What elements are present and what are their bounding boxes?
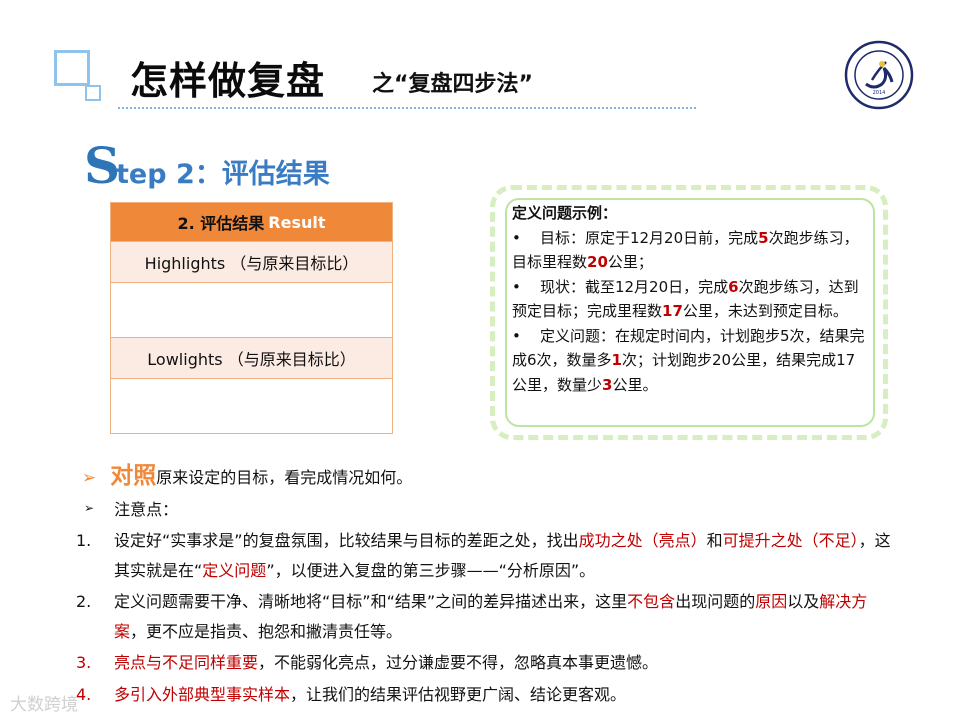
number: 20 bbox=[587, 253, 608, 271]
callout-content: 定义问题示例： • 目标：原定于12月20日前，完成5次跑步练习，目标里程数20… bbox=[512, 201, 868, 397]
step-label: 评估结果 bbox=[221, 159, 330, 190]
item-text: 多引入外部典型事实样本，让我们的结果评估视野更广阔、结论更客观。 bbox=[114, 685, 627, 704]
list-item: 3. 亮点与不足同样重要，不能弱化亮点，过分谦虚要不得，忽略真本事更遗憾。 bbox=[76, 648, 894, 678]
page-subtitle: 之“复盘四步法” bbox=[372, 72, 533, 97]
university-logo: 2014 bbox=[844, 40, 914, 110]
item-text: 设定好“实事求是”的复盘氛围，比较结果与目标的差距之处，找出成功之处（亮点）和可… bbox=[114, 531, 891, 580]
table-row-lowlights: Lowlights （与原来目标比） bbox=[111, 337, 392, 378]
compare-text: 原来设定的目标，看完成情况如何。 bbox=[156, 468, 413, 487]
title-divider bbox=[118, 107, 696, 109]
item-number: 2. bbox=[76, 592, 92, 611]
page-title: 怎样做复盘 bbox=[130, 59, 326, 103]
step-number: tep 2： bbox=[116, 159, 222, 190]
compare-keyword: 对照 bbox=[110, 463, 157, 489]
compare-point: ➢ 对照 原来设定的目标，看完成情况如何。 bbox=[82, 456, 412, 490]
item-number: 1. bbox=[76, 531, 92, 550]
table-header-cn: 2. 评估结果 bbox=[177, 214, 265, 233]
table-row-empty bbox=[111, 378, 392, 433]
list-item: 1. 设定好“实事求是”的复盘氛围，比较结果与目标的差距之处，找出成功之处（亮点… bbox=[76, 526, 894, 586]
number: 3 bbox=[602, 375, 613, 394]
text: 现状：截至12月20日，完成 bbox=[539, 277, 729, 296]
bullet-dot: • bbox=[512, 326, 521, 345]
number: 17 bbox=[662, 302, 683, 320]
watermark: 大数跨境 bbox=[10, 695, 78, 715]
table-row-highlights: Highlights （与原来目标比） bbox=[111, 241, 392, 282]
number: 1 bbox=[611, 351, 622, 369]
callout-bullet-problem: • 定义问题：在规定时间内，计划跑步5次，结果完成6次，数量多1次；计划跑步20… bbox=[512, 324, 868, 398]
result-table: 2. 评估结果 Result Highlights （与原来目标比） Lowli… bbox=[110, 202, 393, 434]
text: 公里。 bbox=[612, 375, 658, 394]
bullet-dot: • bbox=[512, 228, 521, 247]
table-header-en: Result bbox=[268, 212, 326, 232]
number: 6 bbox=[728, 277, 739, 296]
logo-year: 2014 bbox=[873, 90, 886, 96]
item-number: 4. bbox=[76, 685, 92, 704]
list-item: 2. 定义问题需要干净、清晰地将“目标”和“结果”之间的差异描述出来，这里不包含… bbox=[76, 587, 894, 647]
decor-square-large bbox=[54, 50, 90, 86]
list-item: 4. 多引入外部典型事实样本，让我们的结果评估视野更广阔、结论更客观。 bbox=[76, 680, 894, 710]
text: 公里； bbox=[607, 253, 653, 271]
decor-square-small bbox=[85, 85, 101, 101]
arrow-bullet-icon: ➢ bbox=[84, 501, 95, 515]
item-number: 3. bbox=[76, 653, 92, 672]
step-heading: tep 2：评估结果 bbox=[116, 152, 330, 191]
table-row-empty bbox=[111, 282, 392, 337]
step-initial: S bbox=[84, 136, 121, 195]
notes-point: ➢ 注意点： bbox=[84, 496, 178, 520]
text: 目标：原定于12月20日前，完成 bbox=[539, 228, 759, 247]
arrow-bullet-icon: ➢ bbox=[82, 468, 97, 488]
table-header: 2. 评估结果 Result bbox=[111, 203, 392, 241]
notes-label: 注意点： bbox=[114, 500, 179, 519]
item-text: 亮点与不足同样重要，不能弱化亮点，过分谦虚要不得，忽略真本事更遗憾。 bbox=[114, 653, 659, 672]
callout-bullet-status: • 现状：截至12月20日，完成6次跑步练习，达到预定目标；完成里程数17公里，… bbox=[512, 275, 868, 324]
bullet-dot: • bbox=[512, 277, 521, 296]
callout-heading: 定义问题示例： bbox=[512, 204, 618, 222]
text: 公里，未达到预定目标。 bbox=[682, 302, 848, 320]
callout-bullet-goal: • 目标：原定于12月20日前，完成5次跑步练习，目标里程数20公里； bbox=[512, 226, 868, 275]
item-text: 定义问题需要干净、清晰地将“目标”和“结果”之间的差异描述出来，这里不包含出现问… bbox=[114, 592, 868, 641]
number: 5 bbox=[758, 228, 769, 247]
